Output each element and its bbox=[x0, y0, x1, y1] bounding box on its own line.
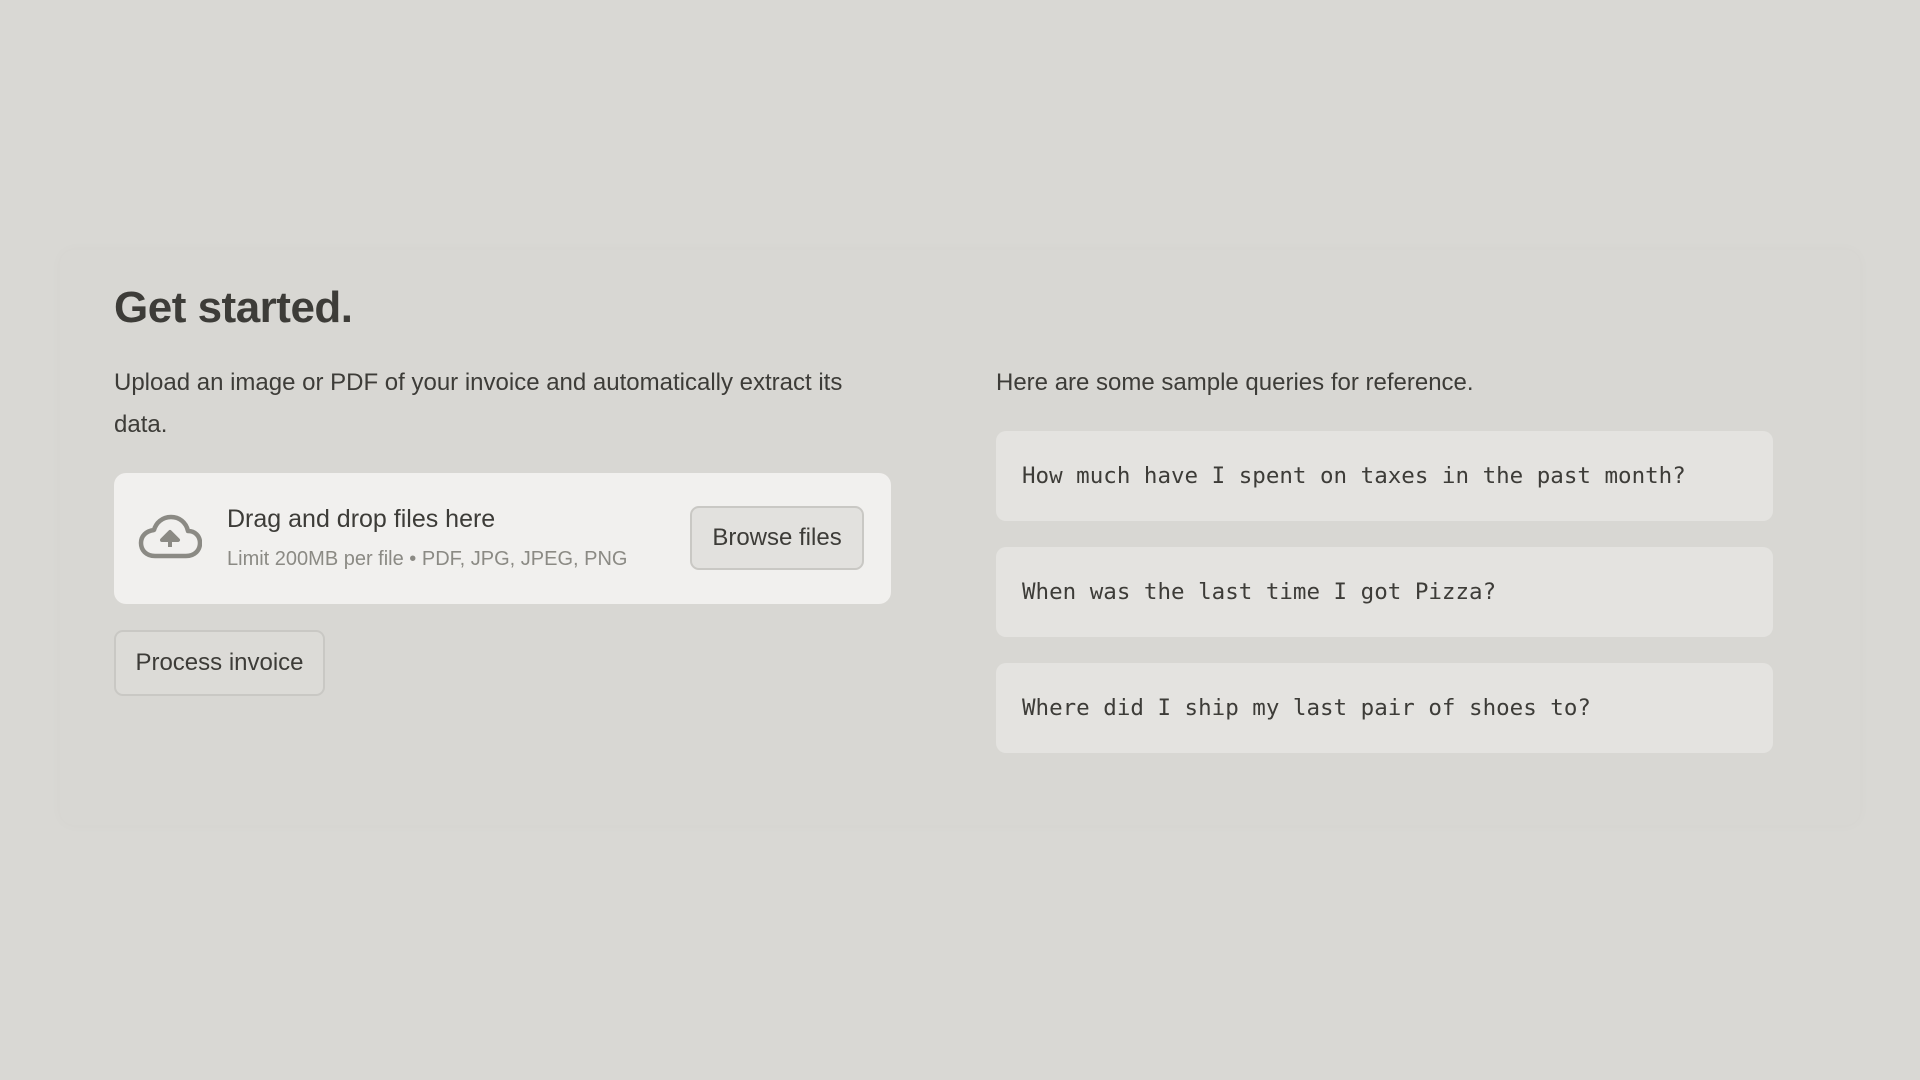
uploader-file-limits: Limit 200MB per file • PDF, JPG, JPEG, P… bbox=[227, 548, 628, 570]
cloud-upload-icon bbox=[138, 513, 203, 561]
sample-query-card[interactable]: When was the last time I got Pizza? bbox=[996, 547, 1773, 637]
sample-queries-intro: Here are some sample queries for referen… bbox=[996, 369, 1474, 396]
sample-query-card[interactable]: Where did I ship my last pair of shoes t… bbox=[996, 663, 1773, 753]
uploader-title: Drag and drop files here bbox=[227, 505, 496, 533]
page-title: Get started. bbox=[114, 283, 353, 332]
app-page: Get started. Upload an image or PDF of y… bbox=[0, 0, 1920, 1080]
upload-description: Upload an image or PDF of your invoice a… bbox=[114, 369, 843, 438]
browse-files-button[interactable]: Browse files bbox=[690, 506, 864, 570]
process-invoice-button[interactable]: Process invoice bbox=[114, 630, 325, 696]
uploader-text: Drag and drop files here Limit 200MB per… bbox=[227, 503, 627, 572]
file-uploader-dropzone[interactable]: Drag and drop files here Limit 200MB per… bbox=[114, 473, 891, 604]
sample-query-card[interactable]: How much have I spent on taxes in the pa… bbox=[996, 431, 1773, 521]
